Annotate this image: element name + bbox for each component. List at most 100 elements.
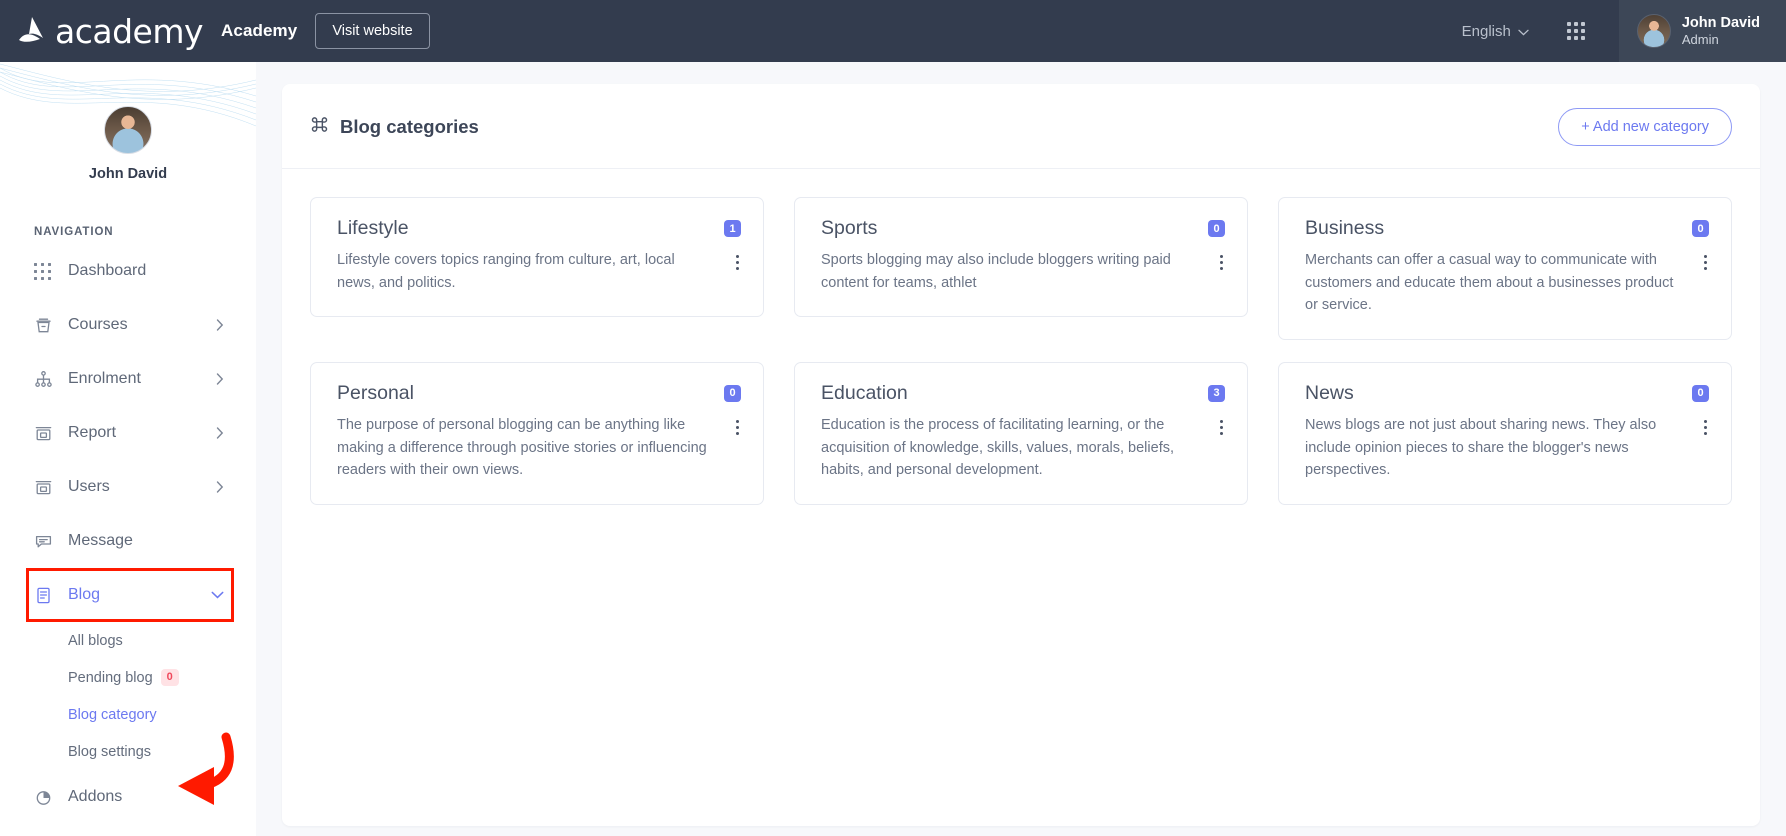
sidebar-item-label: Report xyxy=(68,424,116,442)
chevron-right-icon xyxy=(216,427,224,439)
chevron-right-icon xyxy=(216,319,224,331)
academy-logo[interactable]: academy xyxy=(16,14,203,49)
sidebar-item-blog-settings[interactable]: Blog settings xyxy=(0,733,234,770)
report-icon xyxy=(34,424,60,443)
sidebar-item-blog-category[interactable]: Blog category xyxy=(0,696,234,733)
chevron-down-icon xyxy=(211,591,224,599)
card-body: Sports blogging may also include blogger… xyxy=(821,249,1225,294)
add-new-category-button[interactable]: + Add new category xyxy=(1558,108,1732,146)
command-category-icon xyxy=(310,115,329,139)
enrolment-icon xyxy=(34,370,60,389)
chevron-right-icon xyxy=(216,373,224,385)
sidebar: John David NAVIGATION Dashboard xyxy=(0,62,256,836)
card-body: Education is the process of facilitating… xyxy=(821,414,1225,481)
sidebar-item-addons[interactable]: Addons xyxy=(0,770,234,824)
category-card[interactable]: News 0 News blogs are not just about sha… xyxy=(1278,362,1732,505)
blog-submenu: All blogs Pending blog 0 Blog category B… xyxy=(0,622,234,770)
language-label: English xyxy=(1462,23,1511,40)
sidebar-item-blog[interactable]: Blog xyxy=(0,568,234,622)
category-title: Sports xyxy=(821,218,877,239)
category-card-grid: Lifestyle 1 Lifestyle covers topics rang… xyxy=(282,169,1760,505)
app-shell: John David NAVIGATION Dashboard xyxy=(0,62,1786,836)
main-content: Blog categories + Add new category Lifes… xyxy=(256,62,1786,836)
sidebar-item-users[interactable]: Users xyxy=(0,460,234,514)
category-card[interactable]: Sports 0 Sports blogging may also includ… xyxy=(794,197,1248,317)
avatar xyxy=(104,106,152,154)
card-header: Lifestyle 1 xyxy=(337,218,741,239)
sidebar-profile: John David xyxy=(0,62,256,182)
sidebar-subitem-label: Pending blog xyxy=(68,670,153,686)
category-card[interactable]: Lifestyle 1 Lifestyle covers topics rang… xyxy=(310,197,764,317)
sidebar-item-all-blogs[interactable]: All blogs xyxy=(0,622,234,659)
dashboard-grid-icon xyxy=(34,263,60,280)
card-header: Business 0 xyxy=(1305,218,1709,239)
more-options-icon[interactable] xyxy=(730,249,741,270)
user-menu[interactable]: John David Admin xyxy=(1619,0,1786,62)
category-title: News xyxy=(1305,383,1354,404)
card-body: The purpose of personal blogging can be … xyxy=(337,414,741,481)
sidebar-subitem-label: Blog settings xyxy=(68,744,151,760)
chevron-right-icon xyxy=(216,481,224,493)
more-options-icon[interactable] xyxy=(1698,414,1709,435)
card-header: Education 3 xyxy=(821,383,1225,404)
more-options-icon[interactable] xyxy=(1214,414,1225,435)
navigation-section-label: NAVIGATION xyxy=(34,226,256,238)
top-bar: academy Academy Visit website English Jo… xyxy=(0,0,1786,62)
nav-list: Dashboard Courses xyxy=(0,244,256,824)
sidebar-item-dashboard[interactable]: Dashboard xyxy=(0,244,234,298)
academy-logo-word: academy xyxy=(55,15,203,48)
category-description: News blogs are not just about sharing ne… xyxy=(1305,414,1698,481)
card-body: Lifestyle covers topics ranging from cul… xyxy=(337,249,741,294)
sidebar-item-courses[interactable]: Courses xyxy=(0,298,234,352)
blog-categories-panel: Blog categories + Add new category Lifes… xyxy=(282,84,1760,826)
sidebar-item-report[interactable]: Report xyxy=(0,406,234,460)
chevron-down-icon xyxy=(1518,23,1529,40)
category-title: Lifestyle xyxy=(337,218,409,239)
brand-block: academy Academy Visit website xyxy=(0,13,430,49)
sidebar-item-label: Blog xyxy=(68,586,100,604)
user-meta: John David Admin xyxy=(1682,14,1760,48)
blog-icon xyxy=(34,586,60,605)
visit-website-button[interactable]: Visit website xyxy=(315,13,429,49)
profile-name: John David xyxy=(0,166,256,182)
category-description: Sports blogging may also include blogger… xyxy=(821,249,1214,294)
sidebar-item-enrolment[interactable]: Enrolment xyxy=(0,352,234,406)
courses-icon xyxy=(34,316,60,335)
addons-pie-icon xyxy=(34,788,60,807)
top-bar-right: English John David Admin xyxy=(1446,0,1786,62)
category-count-badge: 1 xyxy=(724,220,741,237)
category-description: Education is the process of facilitating… xyxy=(821,414,1214,481)
sidebar-item-label: Message xyxy=(68,532,133,550)
more-options-icon[interactable] xyxy=(730,414,741,435)
card-header: Sports 0 xyxy=(821,218,1225,239)
card-body: News blogs are not just about sharing ne… xyxy=(1305,414,1709,481)
sidebar-item-label: Courses xyxy=(68,316,128,334)
language-selector[interactable]: English xyxy=(1446,23,1545,40)
category-card[interactable]: Education 3 Education is the process of … xyxy=(794,362,1248,505)
more-options-icon[interactable] xyxy=(1698,249,1709,270)
sidebar-item-label: Dashboard xyxy=(68,262,146,280)
category-title: Personal xyxy=(337,383,414,404)
card-header: Personal 0 xyxy=(337,383,741,404)
pending-blog-count-badge: 0 xyxy=(161,669,179,686)
brand-name: Academy xyxy=(221,21,297,41)
category-card[interactable]: Business 0 Merchants can offer a casual … xyxy=(1278,197,1732,340)
avatar xyxy=(1637,14,1671,48)
page-title-text: Blog categories xyxy=(340,116,479,138)
user-name: John David xyxy=(1682,14,1760,32)
category-count-badge: 3 xyxy=(1208,385,1225,402)
category-count-badge: 0 xyxy=(1692,220,1709,237)
academy-logo-icon xyxy=(16,14,50,49)
message-icon xyxy=(34,532,60,551)
user-role: Admin xyxy=(1682,32,1760,48)
sidebar-item-message[interactable]: Message xyxy=(0,514,234,568)
apps-grid-icon[interactable] xyxy=(1567,22,1585,40)
category-title: Business xyxy=(1305,218,1384,239)
more-options-icon[interactable] xyxy=(1214,249,1225,270)
category-count-badge: 0 xyxy=(1208,220,1225,237)
card-body: Merchants can offer a casual way to comm… xyxy=(1305,249,1709,316)
sidebar-item-label: Users xyxy=(68,478,110,496)
page-title: Blog categories xyxy=(310,115,479,139)
sidebar-item-pending-blog[interactable]: Pending blog 0 xyxy=(0,659,234,696)
category-card[interactable]: Personal 0 The purpose of personal blogg… xyxy=(310,362,764,505)
